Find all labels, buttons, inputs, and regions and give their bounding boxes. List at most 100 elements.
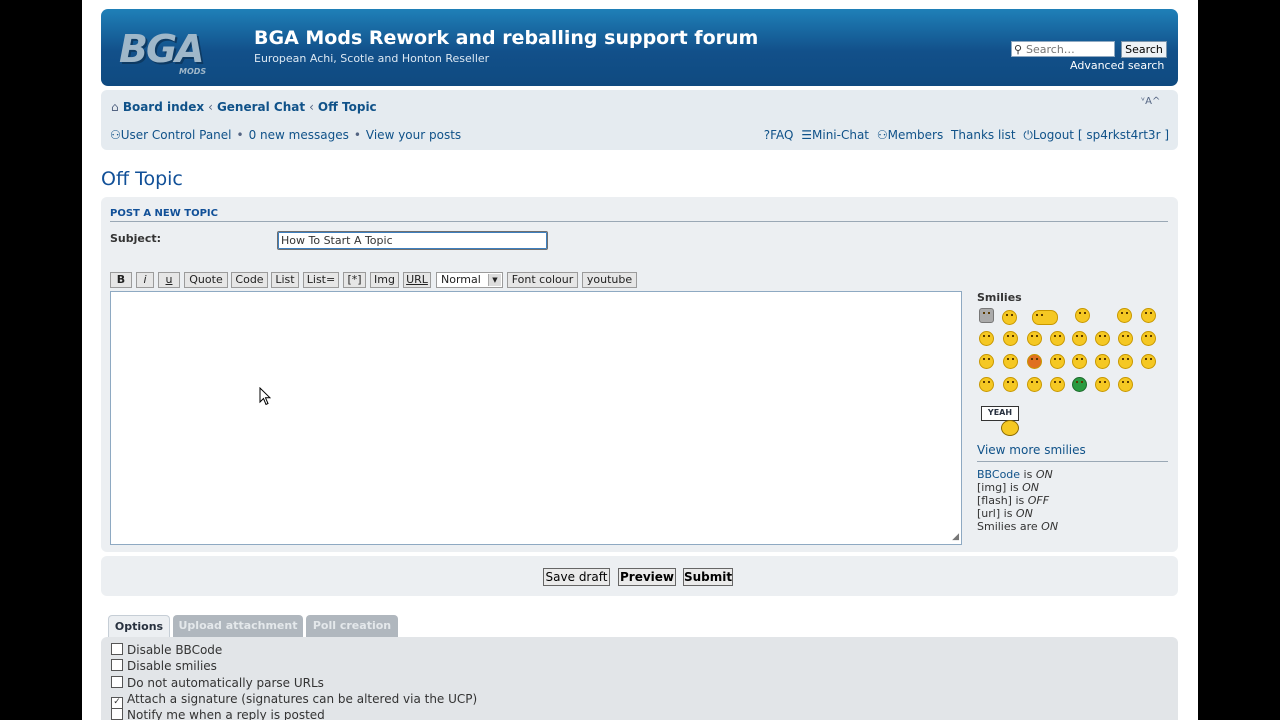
page-title[interactable]: Off Topic <box>101 168 183 190</box>
logo-text: BGA <box>119 27 205 71</box>
smiley-icon[interactable] <box>1050 377 1065 392</box>
breadcrumb-separator: ‹ <box>309 100 314 114</box>
breadcrumb-board-index[interactable]: Board index <box>123 100 204 114</box>
bbcode-status-key: [flash] <box>977 494 1012 507</box>
search-button[interactable]: Search <box>1121 41 1167 58</box>
smiley-icon[interactable] <box>1072 377 1087 392</box>
ucp-link[interactable]: User Control Panel <box>121 128 232 142</box>
message-textarea[interactable]: ◢ <box>110 291 962 545</box>
faq-link[interactable]: FAQ <box>770 128 793 142</box>
ordered-list-button[interactable]: List= <box>303 272 339 288</box>
img-button[interactable]: Img <box>370 272 399 288</box>
list-button[interactable]: List <box>271 272 299 288</box>
breadcrumb-general-chat[interactable]: General Chat <box>217 100 305 114</box>
smiley-icon[interactable] <box>979 331 994 346</box>
smiley-icon[interactable] <box>1072 331 1087 346</box>
smiley-icon[interactable] <box>1027 331 1042 346</box>
smiley-icon[interactable] <box>979 354 994 369</box>
smiley-icon[interactable] <box>1002 310 1017 325</box>
page: BGA MODS BGA Mods Rework and reballing s… <box>82 0 1198 720</box>
smiley-icon[interactable] <box>1003 331 1018 346</box>
new-messages-link[interactable]: 0 new messages <box>249 128 349 142</box>
site-logo[interactable]: BGA MODS <box>115 23 233 76</box>
bbcode-status-key[interactable]: BBCode <box>977 468 1020 481</box>
smiley-icon[interactable] <box>1072 354 1087 369</box>
option-label: Disable smilies <box>127 659 217 673</box>
ucp-icon: ⚇ <box>110 128 121 142</box>
youtube-button[interactable]: youtube <box>582 272 637 288</box>
smiley-icon[interactable] <box>979 377 994 392</box>
smiley-icon[interactable] <box>1095 377 1110 392</box>
smiley-icon[interactable] <box>1118 354 1133 369</box>
search-box[interactable]: ⚲ <box>1011 41 1115 57</box>
smiley-icon[interactable] <box>1027 377 1042 392</box>
quote-button[interactable]: Quote <box>184 272 228 288</box>
smiley-icon[interactable] <box>1032 310 1058 325</box>
post-heading: POST A NEW TOPIC <box>110 208 218 219</box>
divider <box>110 221 1168 222</box>
search-input[interactable] <box>1026 42 1112 56</box>
breadcrumb-off-topic[interactable]: Off Topic <box>318 100 377 114</box>
mouse-cursor-icon <box>259 387 271 406</box>
user-nav: ⚇User Control Panel • 0 new messages • View … <box>110 128 461 142</box>
smiley-icon[interactable] <box>1027 354 1042 369</box>
smiley-icon[interactable] <box>1095 354 1110 369</box>
logout-link[interactable]: Logout [ sp4rkst4rt3r ] <box>1033 128 1169 142</box>
tab-options[interactable]: Options <box>108 615 170 637</box>
members-icon: ⚇ <box>876 128 888 142</box>
members-link[interactable]: Members <box>888 128 944 142</box>
font-size-select[interactable]: Normal ▼ <box>436 272 503 288</box>
smiley-icon[interactable] <box>979 308 994 323</box>
view-more-smilies-link[interactable]: View more smilies <box>977 443 1086 457</box>
bbcode-status-value: ON <box>1041 520 1059 533</box>
smiley-icon[interactable] <box>1118 377 1133 392</box>
font-size-control[interactable]: ᵛA^ <box>1141 96 1160 107</box>
smiley-icon[interactable] <box>1141 331 1156 346</box>
smiley-icon[interactable] <box>1141 354 1156 369</box>
tab-upload-attachment[interactable]: Upload attachment <box>173 615 303 637</box>
advanced-search-link[interactable]: Advanced search <box>1070 59 1164 72</box>
navbar: ⌂ Board index ‹ General Chat ‹ Off Topic ᵛA^… <box>101 90 1178 150</box>
italic-button[interactable]: i <box>136 272 154 288</box>
minichat-link[interactable]: Mini-Chat <box>812 128 869 142</box>
option-row: Notify me when a reply is posted <box>111 708 325 720</box>
bbcode-status-text: is <box>1020 468 1036 481</box>
font-colour-button[interactable]: Font colour <box>507 272 578 288</box>
smiley-icon[interactable] <box>1117 308 1132 323</box>
option-label: Notify me when a reply is posted <box>127 708 325 720</box>
resize-handle-icon[interactable]: ◢ <box>952 532 959 542</box>
underline-button[interactable]: u <box>158 272 180 288</box>
parse-urls-checkbox[interactable] <box>111 676 123 688</box>
view-posts-link[interactable]: View your posts <box>366 128 461 142</box>
smiley-icon[interactable] <box>1050 354 1065 369</box>
yeah-sign: YEAH <box>981 406 1019 421</box>
option-row: Disable BBCode <box>111 643 222 657</box>
list-item-button[interactable]: [*] <box>343 272 366 288</box>
option-row: Do not automatically parse URLs <box>111 676 324 690</box>
subject-input[interactable]: How To Start A Topic <box>277 231 548 250</box>
smiley-icon[interactable] <box>1050 331 1065 346</box>
save-draft-button[interactable]: Save draft <box>543 568 610 586</box>
smiley-icon[interactable] <box>1003 377 1018 392</box>
smiley-icon[interactable] <box>1095 331 1110 346</box>
disable-smilies-checkbox[interactable] <box>111 659 123 671</box>
yeah-smiley-icon[interactable]: YEAH <box>981 406 1031 436</box>
option-row: ✓ Attach a signature (signatures can be a… <box>111 692 477 709</box>
code-button[interactable]: Code <box>231 272 268 288</box>
notify-reply-checkbox[interactable] <box>111 708 123 720</box>
smiley-icon[interactable] <box>1141 308 1156 323</box>
smiley-icon[interactable] <box>1003 354 1018 369</box>
bbcode-status-text: are <box>1016 520 1042 533</box>
smiley-icon[interactable] <box>1118 331 1133 346</box>
smiley-icon[interactable] <box>1075 308 1090 323</box>
bold-button[interactable]: B <box>110 272 132 288</box>
disable-bbcode-checkbox[interactable] <box>111 643 123 655</box>
thanks-link[interactable]: Thanks list <box>951 128 1016 142</box>
submit-button[interactable]: Submit <box>683 568 733 586</box>
tab-poll-creation[interactable]: Poll creation <box>306 615 398 637</box>
subject-label: Subject: <box>110 232 162 245</box>
preview-button[interactable]: Preview <box>618 568 676 586</box>
option-label: Attach a signature (signatures can be al… <box>127 692 478 706</box>
url-button[interactable]: URL <box>403 272 431 288</box>
submit-panel: Save draft Preview Submit <box>101 556 1178 596</box>
